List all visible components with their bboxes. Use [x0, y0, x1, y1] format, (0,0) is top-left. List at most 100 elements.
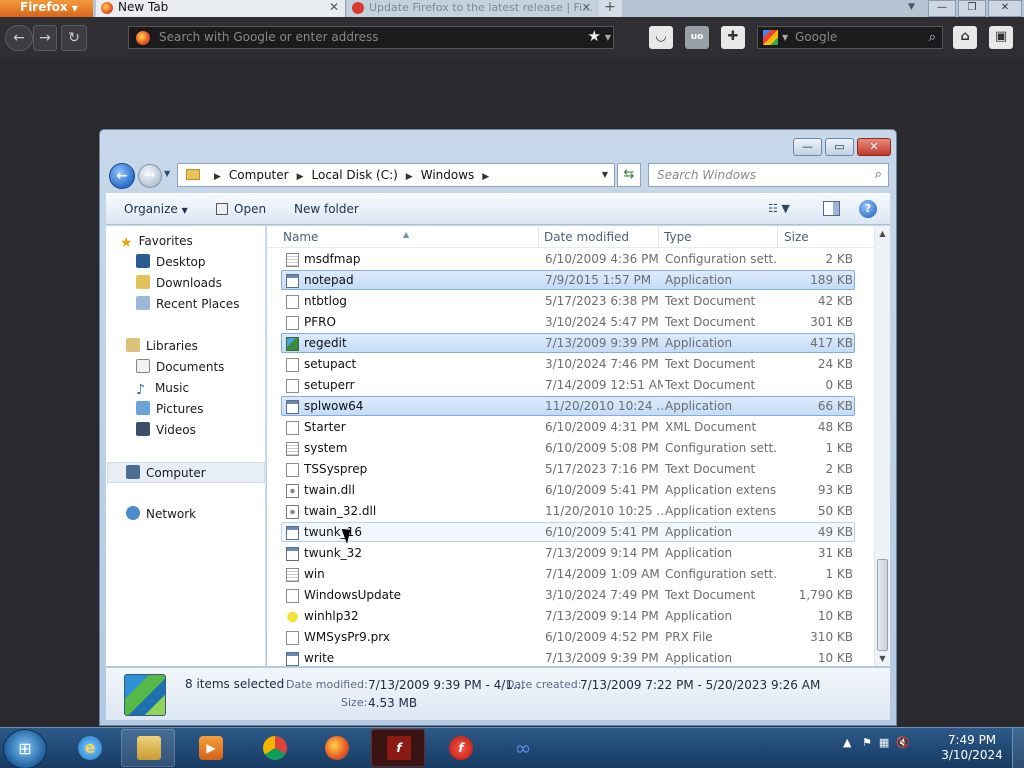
ublock-icon[interactable]: uo	[685, 26, 709, 49]
volume-muted-icon[interactable]: 🔇	[896, 736, 910, 749]
breadcrumb-windows[interactable]: Windows	[421, 168, 475, 182]
back-icon[interactable]: ←	[5, 25, 33, 51]
new-folder-button[interactable]: New folder	[294, 202, 359, 216]
file-row[interactable]: WindowsUpdate 3/10/2024 7:49 PM Text Docum…	[281, 585, 855, 605]
search-bar-placeholder: Google	[795, 30, 838, 44]
flash-player-icon[interactable]: f	[433, 729, 487, 767]
open-button[interactable]: Open	[216, 202, 266, 216]
refresh-icon[interactable]: ⇆	[617, 163, 641, 187]
address-bar[interactable]: ▶ Computer ▶ Local Disk (C:) ▶ Windows ▶ ▼	[177, 163, 615, 187]
file-row[interactable]: win 7/14/2009 1:09 AM Configuration sett..…	[281, 564, 855, 584]
file-row[interactable]: system 6/10/2009 5:08 PM Configuration set…	[281, 438, 855, 458]
file-explorer-icon[interactable]	[121, 729, 175, 767]
file-name: twunk_32	[304, 546, 362, 560]
flash-icon[interactable]: f	[371, 729, 425, 767]
nav-favorites[interactable]: ★ Favorites	[120, 231, 278, 252]
clock[interactable]: 7:49 PM 3/10/2024	[940, 733, 1004, 763]
close-tab-icon[interactable]: ✕	[329, 0, 339, 15]
close-button[interactable]: ✕	[857, 138, 891, 156]
action-center-flag-icon[interactable]: ⚑	[862, 736, 872, 749]
column-divider[interactable]	[658, 226, 659, 248]
home-icon[interactable]: ⌂	[953, 26, 977, 49]
file-row[interactable]: ntbtlog 5/17/2023 6:38 PM Text Document 42 …	[281, 291, 855, 311]
file-name: twain_32.dll	[304, 504, 377, 518]
organize-button[interactable]: Organize ▼	[124, 202, 188, 216]
bookmark-star-icon[interactable]: ★	[588, 26, 601, 47]
forward-button[interactable]: →	[138, 164, 162, 188]
chrome-icon[interactable]	[247, 729, 301, 767]
scroll-up-icon[interactable]: ▲	[875, 226, 890, 241]
help-file-icon	[286, 610, 299, 624]
help-icon[interactable]: ?	[859, 200, 877, 218]
tab-new-tab[interactable]: New Tab ✕	[96, 0, 346, 17]
column-header-size[interactable]: Size	[784, 230, 809, 244]
show-hidden-icons-icon[interactable]: ▲	[843, 736, 851, 749]
search-bar[interactable]: ▼ Google ⌕	[757, 26, 943, 49]
preview-pane-icon[interactable]	[823, 201, 840, 216]
column-divider[interactable]	[538, 226, 539, 248]
file-row[interactable]: WMSysPr9.prx 6/10/2009 4:52 PM PRX File 310…	[281, 627, 855, 647]
file-row[interactable]: TSSysprep 5/17/2023 7:16 PM Text Document 2…	[281, 459, 855, 479]
taskbar: ⊞ e ▶ f f ∞ ▲ ⚑ ▦ 🔇 7:49 PM 3/10/2024	[0, 727, 1024, 768]
column-header-date[interactable]: Date modified	[544, 230, 629, 244]
infinity-icon[interactable]: ∞	[495, 729, 549, 767]
nav-network[interactable]: Network	[126, 504, 284, 525]
file-row[interactable]: splwow64 11/20/2010 10:24 ... Application 6…	[281, 396, 855, 416]
nav-libraries[interactable]: Libraries	[126, 336, 284, 357]
back-button[interactable]: ←	[109, 163, 135, 189]
file-row[interactable]: regedit 7/13/2009 9:39 PM Application 417 K…	[281, 333, 855, 353]
forward-icon[interactable]: →	[33, 25, 57, 51]
file-row[interactable]: PFRO 3/10/2024 5:47 PM Text Document 301 KB	[281, 312, 855, 332]
restore-browser-button[interactable]: ❐	[958, 0, 986, 17]
file-row[interactable]: msdfmap 6/10/2009 4:36 PM Configuration se…	[281, 249, 855, 269]
url-bar[interactable]: Search with Google or enter address ★ ▼	[128, 26, 614, 49]
file-row[interactable]: twunk_16 6/10/2009 5:41 PM Application 49 K…	[281, 522, 855, 542]
network-tray-icon[interactable]: ▦	[879, 736, 889, 749]
file-row[interactable]: twunk_32 7/13/2009 9:14 PM Application 31 K…	[281, 543, 855, 563]
file-row[interactable]: Starter 6/10/2009 4:31 PM XML Document 48 K…	[281, 417, 855, 437]
sidebar-icon[interactable]: ▣	[989, 26, 1013, 49]
tab-update-firefox[interactable]: Update Firefox to the latest release | F…	[347, 0, 597, 17]
pocket-icon[interactable]: ◡	[649, 26, 673, 49]
close-tab-icon[interactable]: ✕	[582, 0, 591, 15]
scroll-thumb[interactable]	[877, 559, 888, 651]
firefox-icon[interactable]	[309, 729, 363, 767]
show-desktop-button[interactable]	[1012, 728, 1024, 768]
file-row[interactable]: setupact 3/10/2024 7:46 PM Text Document 24…	[281, 354, 855, 374]
column-divider[interactable]	[777, 226, 778, 248]
firefox-menu-button[interactable]: Firefox ▼	[0, 0, 93, 17]
vertical-scrollbar[interactable]: ▲ ▼	[874, 226, 890, 666]
breadcrumb-computer[interactable]: Computer	[229, 168, 289, 182]
recent-pages-icon[interactable]: ▼	[164, 169, 170, 178]
addon-icon[interactable]: ✚	[721, 26, 745, 49]
internet-explorer-icon[interactable]: e	[62, 729, 116, 767]
search-engine-dropdown-icon[interactable]: ▼	[782, 27, 788, 48]
tab-list-icon[interactable]: ▼	[908, 0, 915, 15]
media-player-icon[interactable]: ▶	[183, 729, 237, 767]
column-header-type[interactable]: Type	[664, 230, 692, 244]
file-row[interactable]: twain.dll 6/10/2009 5:41 PM Application ex…	[281, 480, 855, 500]
file-row[interactable]: notepad 7/9/2015 1:57 PM Application 189 KB	[281, 270, 855, 290]
scroll-down-icon[interactable]: ▼	[875, 651, 890, 666]
search-icon[interactable]: ⌕	[875, 164, 882, 186]
address-dropdown-icon[interactable]: ▼	[602, 164, 608, 186]
url-dropdown-icon[interactable]: ▼	[605, 27, 611, 48]
file-row[interactable]: setuperr 7/14/2009 12:51 AM Text Document 0…	[281, 375, 855, 395]
search-icon[interactable]: ⌕	[929, 27, 936, 48]
file-row[interactable]: write 7/13/2009 9:39 PM Application 10 KB	[281, 648, 855, 668]
maximize-button[interactable]: ▭	[825, 138, 854, 156]
minimize-button[interactable]: —	[793, 138, 822, 156]
new-tab-button[interactable]: +	[598, 0, 622, 17]
file-type: Application extens...	[665, 504, 777, 518]
breadcrumb-local-disk[interactable]: Local Disk (C:)	[312, 168, 398, 182]
nav-computer[interactable]: Computer	[107, 462, 265, 483]
minimize-browser-button[interactable]: —	[928, 0, 956, 17]
close-browser-button[interactable]: ✕	[988, 0, 1022, 17]
reload-icon[interactable]: ↻	[61, 25, 87, 51]
file-row[interactable]: winhlp32 7/13/2009 9:14 PM Application 10 K…	[281, 606, 855, 626]
column-header-name[interactable]: Name	[283, 230, 318, 244]
search-input[interactable]: Search Windows ⌕	[648, 163, 889, 187]
file-row[interactable]: twain_32.dll 11/20/2010 10:25 ... Applicat…	[281, 501, 855, 521]
change-view-icon[interactable]: ☷ ▼	[768, 202, 790, 215]
start-button[interactable]: ⊞	[3, 729, 47, 768]
